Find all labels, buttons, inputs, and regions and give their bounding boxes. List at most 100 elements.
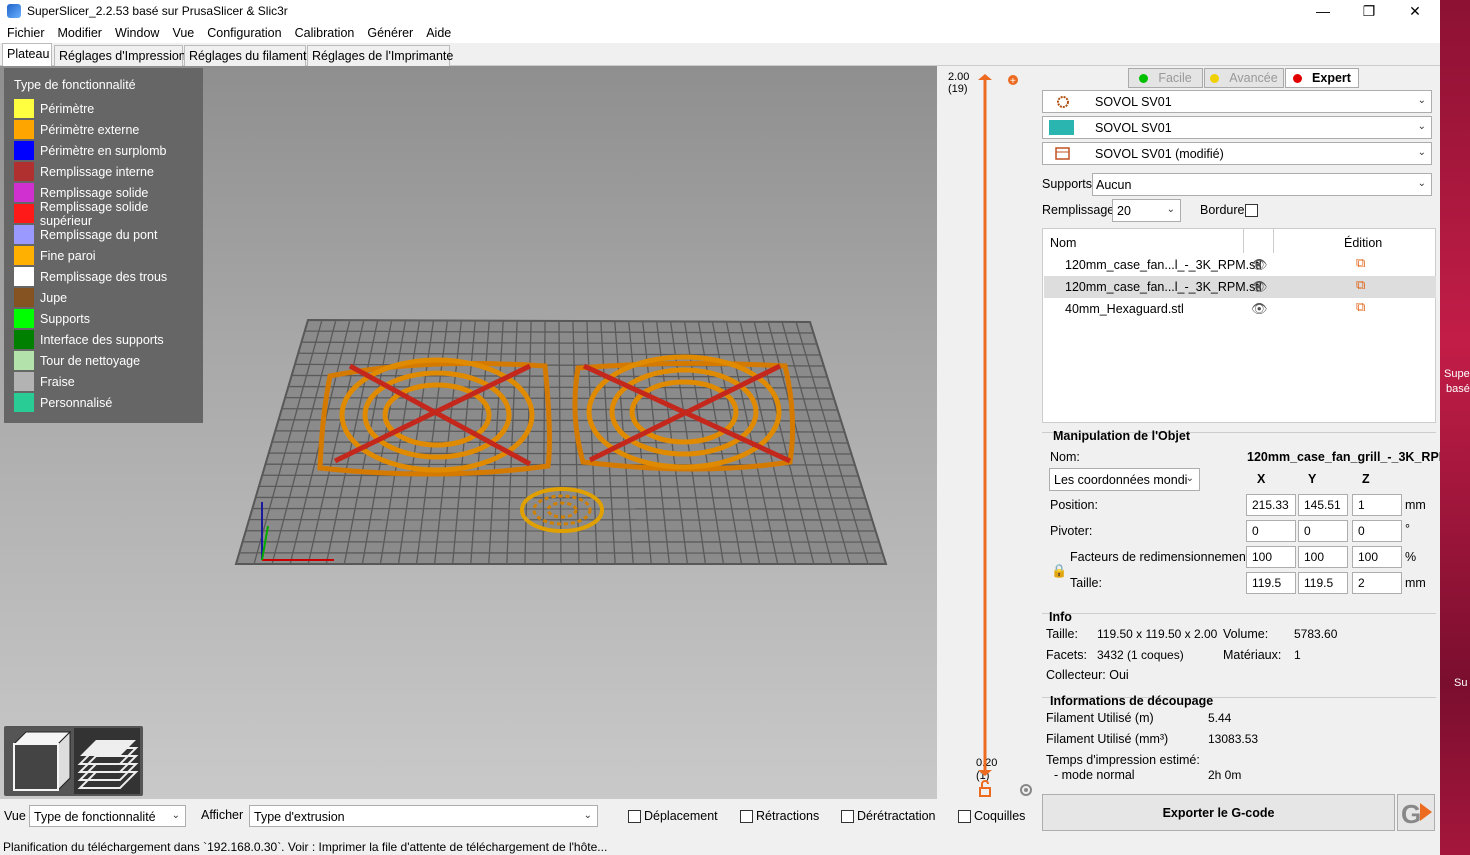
object-list[interactable]: Nom Édition 120mm_case_fan...l_-_3K_RPM.… (1042, 228, 1436, 423)
view-type-combo[interactable]: Type de fonctionnalité ⌄ (29, 805, 186, 827)
edit-icon[interactable]: ⧉ (1356, 299, 1365, 315)
manip-name-label: Nom: (1050, 450, 1080, 464)
size-y-input[interactable]: 119.5 (1298, 572, 1348, 594)
rotate-y-input[interactable]: 0 (1298, 520, 1348, 542)
menu-vue[interactable]: Vue (165, 26, 200, 40)
info-manifold: Collecteur: Oui (1046, 668, 1129, 682)
legend-label: Remplissage solide supérieur (39, 199, 149, 228)
tab-printer-settings[interactable]: Réglages de l'Imprimante (307, 45, 453, 66)
eye-icon[interactable]: 👁 (1251, 257, 1268, 273)
legend-item: Jupe (14, 288, 67, 307)
extrusion-type-combo[interactable]: Type d'extrusion ⌄ (249, 805, 598, 827)
maximize-button[interactable]: ❐ (1346, 0, 1392, 22)
coordinates-combo[interactable]: Les coordonnées mondi ⌄ (1049, 468, 1200, 491)
top-thumb-icon[interactable] (978, 74, 992, 80)
chevron-down-icon: ⌄ (171, 810, 180, 821)
col-name-header[interactable]: Nom (1050, 236, 1076, 250)
menu-configuration[interactable]: Configuration (200, 26, 287, 40)
menu-window[interactable]: Window (108, 26, 165, 40)
travel-checkbox[interactable] (628, 810, 641, 823)
filament-color-swatch[interactable] (1049, 120, 1074, 135)
settings-cog-icon[interactable] (1020, 784, 1032, 796)
edit-icon[interactable]: ⧉ (1356, 277, 1365, 293)
3d-view-cube-icon[interactable] (12, 730, 72, 792)
tab-print-settings[interactable]: Réglages d'Impression (54, 45, 186, 66)
retractions-checkbox[interactable] (740, 810, 753, 823)
edit-icon[interactable]: ⧉ (1356, 255, 1365, 271)
mode-easy-label: Facile (1158, 71, 1192, 85)
legend-item: Périmètre externe (14, 120, 139, 139)
object-row[interactable]: 40mm_Hexaguard.stl 👁 ⧉ (1044, 298, 1436, 320)
tab-plateau[interactable]: Plateau (2, 43, 52, 66)
menu-generer[interactable]: Générer (360, 26, 419, 40)
info-materials-label: Matériaux: (1223, 648, 1282, 662)
legend-swatch (14, 330, 34, 349)
lock-icon[interactable] (979, 780, 991, 797)
close-button[interactable]: ✕ (1392, 0, 1438, 22)
mode-advanced-button[interactable]: Avancée (1204, 68, 1284, 88)
mode-easy-button[interactable]: Facile (1128, 68, 1203, 88)
shells-label[interactable]: Coquilles (974, 809, 1025, 823)
menu-calibration[interactable]: Calibration (288, 26, 361, 40)
scale-z-input[interactable]: 100 (1352, 546, 1402, 568)
preview-layers-icon[interactable] (74, 728, 140, 794)
position-z-input[interactable]: 1 (1352, 494, 1402, 516)
legend-item: Périmètre (14, 99, 94, 118)
desktop-icon-label[interactable]: Su (1454, 677, 1467, 689)
retractions-label[interactable]: Rétractions (756, 809, 819, 823)
send-gcode-button[interactable]: G (1397, 794, 1435, 831)
travel-label[interactable]: Déplacement (644, 809, 718, 823)
axis-z-label: Z (1362, 472, 1370, 486)
printer-preset-combo[interactable]: SOVOL SV01 (modifié) ⌄ (1042, 142, 1432, 165)
print-preset-combo[interactable]: SOVOL SV01 ⌄ (1042, 90, 1432, 113)
scale-x-input[interactable]: 100 (1246, 546, 1296, 568)
minimize-button[interactable]: — (1300, 0, 1346, 22)
view-label: Vue (4, 809, 26, 823)
legend-item: Remplissage des trous (14, 267, 167, 286)
size-x-input[interactable]: 119.5 (1246, 572, 1296, 594)
info-volume-value: 5783.60 (1294, 627, 1338, 641)
position-label: Position: (1050, 498, 1098, 512)
legend-swatch (14, 246, 34, 265)
3d-preview-canvas[interactable]: Type de fonctionnalité Périmètre Périmètr… (0, 66, 937, 799)
print-time-label: Temps d'impression estimé: (1046, 753, 1200, 767)
bottom-thumb-icon[interactable] (978, 770, 992, 776)
eye-icon[interactable]: 👁 (1251, 279, 1268, 295)
menu-aide[interactable]: Aide (419, 26, 457, 40)
extrusion-type-value: Type d'extrusion (254, 810, 345, 824)
position-unit: mm (1405, 498, 1426, 512)
menu-fichier[interactable]: Fichier (0, 26, 51, 40)
scale-label: Facteurs de redimensionnement: (1070, 550, 1253, 564)
scale-y-input[interactable]: 100 (1298, 546, 1348, 568)
eye-icon[interactable]: 👁 (1251, 301, 1268, 317)
chevron-down-icon: ⌄ (1417, 178, 1426, 189)
mode-expert-button[interactable]: Expert (1285, 68, 1359, 88)
deretraction-checkbox[interactable] (841, 810, 854, 823)
position-x-input[interactable]: 215.33 (1246, 494, 1296, 516)
info-materials-value: 1 (1294, 648, 1301, 662)
lock-scale-icon[interactable]: 🔒 (1051, 563, 1067, 579)
tab-filament-settings[interactable]: Réglages du filament (184, 45, 306, 66)
supports-combo[interactable]: Aucun ⌄ (1092, 173, 1432, 196)
object-row[interactable]: 120mm_case_fan...l_-_3K_RPM.stl 👁 ⧉ (1044, 254, 1436, 276)
rotate-x-input[interactable]: 0 (1246, 520, 1296, 542)
filament-preset-combo[interactable]: SOVOL SV01 ⌄ (1042, 116, 1432, 139)
filament-preset-value: SOVOL SV01 (1095, 121, 1172, 135)
col-edit-header[interactable]: Édition (1344, 236, 1382, 250)
export-gcode-button[interactable]: Exporter le G-code (1042, 794, 1395, 831)
rotate-z-input[interactable]: 0 (1352, 520, 1402, 542)
size-z-input[interactable]: 2 (1352, 572, 1402, 594)
legend-swatch (14, 120, 34, 139)
layer-slider[interactable]: 2.00 (19) 0.20 (1) + (937, 66, 1037, 799)
object-row[interactable]: 120mm_case_fan...l_-_3K_RPM.stl 👁 ⧉ (1044, 276, 1436, 298)
desktop-icon-label[interactable]: basé (1446, 383, 1470, 395)
shells-checkbox[interactable] (958, 810, 971, 823)
menu-modifier[interactable]: Modifier (51, 26, 108, 40)
deretraction-label[interactable]: Dérétractation (857, 809, 936, 823)
infill-combo[interactable]: 20 ⌄ (1112, 199, 1181, 222)
brim-checkbox[interactable] (1245, 204, 1258, 217)
advanced-dot-icon (1210, 73, 1220, 83)
desktop-icon-label[interactable]: Supe (1444, 368, 1470, 380)
print-time-value: 2h 0m (1208, 768, 1242, 782)
position-y-input[interactable]: 145.51 (1298, 494, 1348, 516)
